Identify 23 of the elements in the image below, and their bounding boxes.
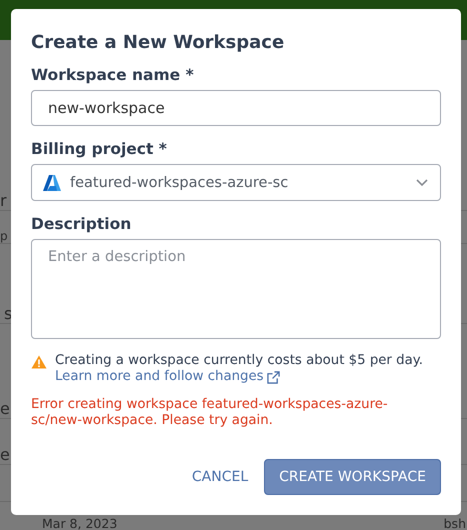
background-text: Mar 8, 2023 — [41, 517, 118, 530]
background-text: e — [0, 399, 10, 418]
warning-icon — [31, 355, 47, 369]
field-label: Description — [31, 215, 132, 233]
background-text: p — [0, 229, 8, 243]
azure-logo-icon — [42, 172, 62, 192]
background-text: bsh — [444, 517, 466, 530]
external-link-icon — [266, 370, 280, 384]
background-text: s — [3, 304, 12, 323]
workspace-name-input[interactable]: new-workspace — [31, 90, 441, 126]
chevron-down-icon — [416, 178, 428, 186]
learn-more-link[interactable]: Learn more and follow changes — [55, 369, 280, 385]
field-label: Billing project * — [31, 140, 168, 158]
create-workspace-button[interactable]: CREATE WORKSPACE — [264, 459, 441, 495]
description-field[interactable]: Enter a description — [31, 239, 441, 339]
dialog-title: Create a New Workspace — [31, 32, 286, 53]
background-text: r — [0, 191, 7, 210]
background-text: e — [0, 445, 10, 464]
cancel-button[interactable]: CANCEL — [192, 459, 248, 495]
field-label: Workspace name * — [31, 66, 195, 84]
error-message: Error creating workspace featured-workspaces-azure-sc/new-workspace. Please try again. — [31, 397, 389, 429]
warning-text: Creating a workspace currently costs about $5 per day. — [55, 353, 423, 369]
billing-project-select[interactable]: featured-workspaces-azure-sc — [31, 164, 441, 201]
